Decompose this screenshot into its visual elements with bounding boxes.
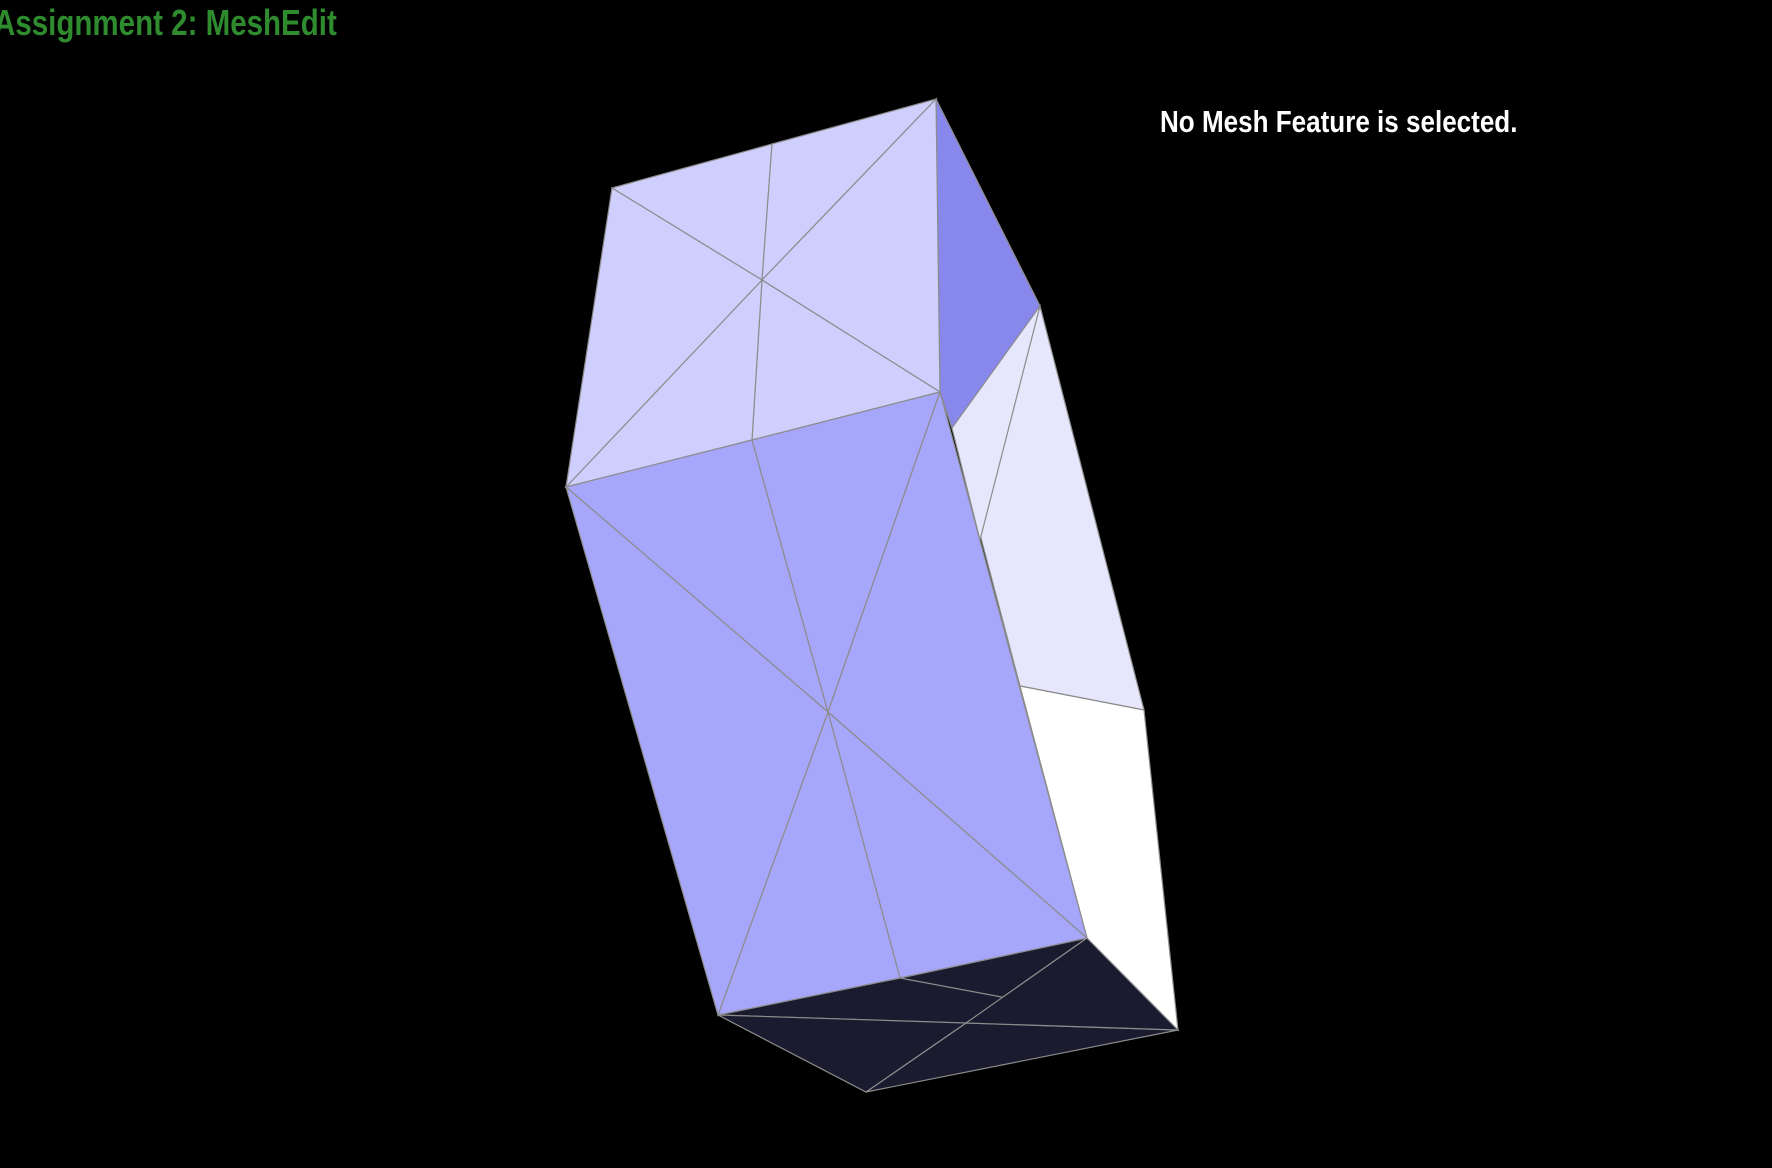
selection-status: No Mesh Feature is selected. [1160,104,1518,139]
mesh-render[interactable] [0,0,1772,1168]
app-title: Assignment 2: MeshEdit [0,2,337,43]
mesh-viewport[interactable]: Assignment 2: MeshEdit No Mesh Feature i… [0,0,1772,1168]
